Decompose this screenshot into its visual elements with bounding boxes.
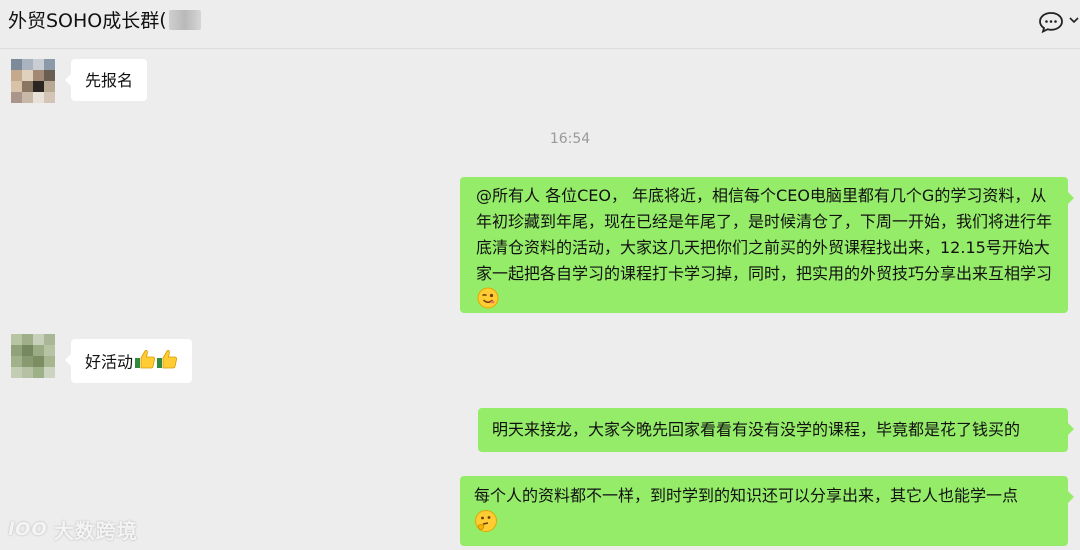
message-text: @所有人 各位CEO， 年底将近，相信每个CEO电脑里都有几个G的学习资料，从年… — [476, 186, 1053, 283]
thinking-emoji-icon — [474, 509, 498, 541]
wink-emoji-icon — [477, 287, 499, 317]
group-name: 外贸SOHO成长群 — [8, 10, 160, 32]
watermark-logo: lOO — [8, 519, 48, 540]
message-bubble[interactable]: 先报名 — [64, 59, 148, 101]
message-timestamp: 16:54 — [549, 131, 591, 147]
group-count-open-paren: ( — [159, 8, 167, 31]
watermark-text: 大数跨境 — [53, 519, 138, 543]
message-bubble[interactable]: 好活动 — [64, 339, 193, 383]
chat-header: 外贸SOHO成长群( — [0, 0, 1080, 49]
thumbs-up-emoji-icon — [134, 348, 178, 378]
blurred-member-count — [168, 9, 201, 30]
message-bubble[interactable]: 每个人的资料都不一样，到时学到的知识还可以分享出来，其它人也能学一点 — [460, 476, 1074, 546]
avatar[interactable] — [11, 334, 55, 378]
watermark: lOO 大数跨境 — [8, 515, 138, 544]
message-bubble[interactable]: 明天来接龙，大家今晚先回家看看有没有没学的课程，毕竟都是花了钱买的 — [478, 408, 1074, 452]
message-bubble[interactable]: @所有人 各位CEO， 年底将近，相信每个CEO电脑里都有几个G的学习资料，从年… — [460, 177, 1074, 313]
chat-bubble-icon[interactable] — [1038, 11, 1064, 33]
message-text: 先报名 — [85, 71, 134, 90]
message-text: 每个人的资料都不一样，到时学到的知识还可以分享出来，其它人也能学一点 — [474, 486, 1019, 505]
message-text: 好活动 — [85, 352, 134, 372]
chevron-down-icon[interactable] — [1068, 14, 1080, 26]
avatar[interactable] — [11, 59, 55, 103]
group-title: 外贸SOHO成长群( — [8, 6, 201, 33]
message-text: 明天来接龙，大家今晚先回家看看有没有没学的课程，毕竟都是花了钱买的 — [492, 420, 1021, 439]
